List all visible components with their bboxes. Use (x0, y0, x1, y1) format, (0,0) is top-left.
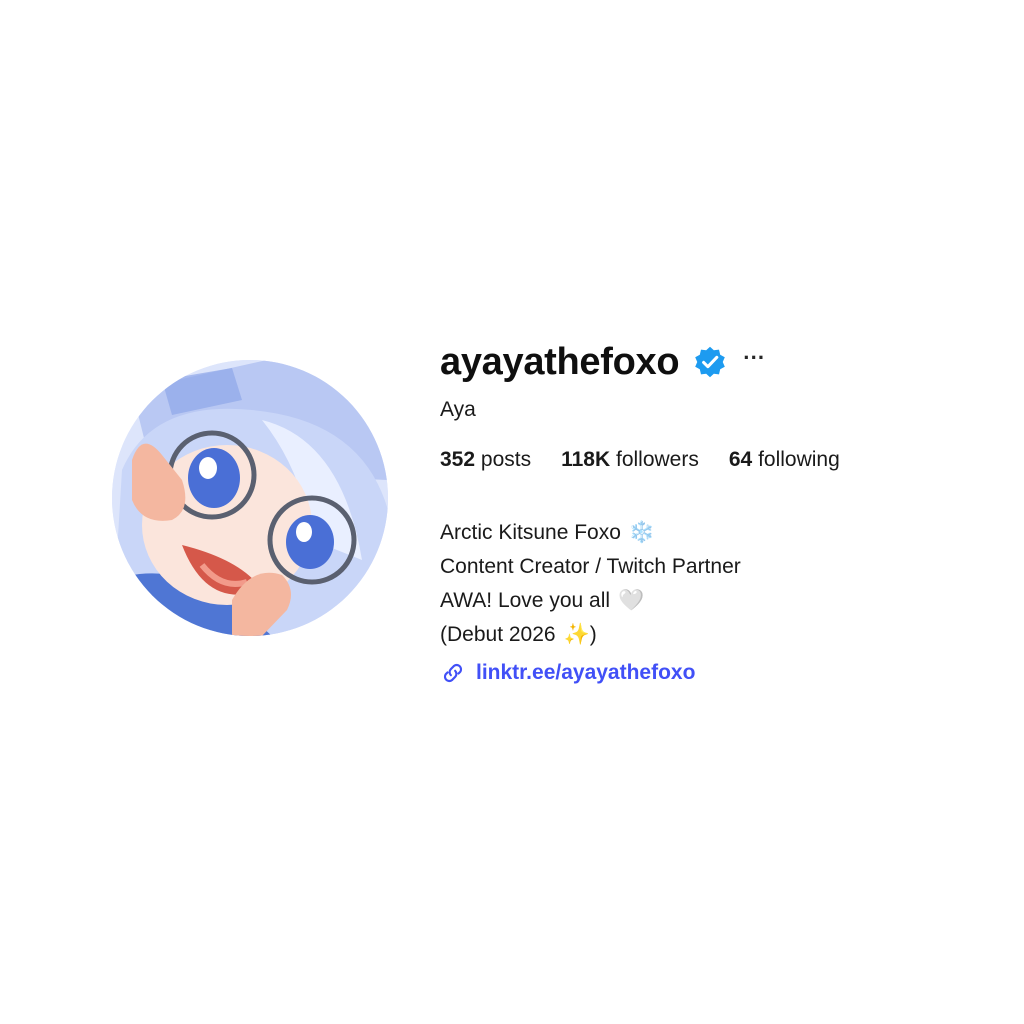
display-name: Aya (440, 398, 476, 421)
posts-stat[interactable]: 352 posts (440, 448, 531, 472)
profile-link[interactable]: linktr.ee/ayayathefoxo (440, 660, 1000, 686)
sparkles-emoji: ✨ (563, 623, 590, 646)
link-icon (440, 660, 466, 686)
snowflake-emoji: ❄️ (628, 521, 656, 544)
username: ayayathefoxo (440, 340, 680, 383)
profile-header: ayayathefoxo ··· Aya 352 posts 118K foll… (0, 0, 1024, 1024)
more-options-icon[interactable]: ··· (743, 347, 765, 377)
bio-line-4: (Debut 2026 ✨) (440, 618, 1000, 652)
profile-stats: 352 posts 118K followers 64 following (440, 448, 1000, 472)
bio-line-4-suffix: ) (589, 623, 597, 646)
following-count: 64 (728, 448, 753, 471)
followers-count: 118K (561, 448, 611, 471)
bio-line-3: AWA! Love you all 🤍 (440, 584, 1000, 618)
bio-line-1: Arctic Kitsune Foxo ❄️ (440, 516, 1000, 550)
profile-info: ayayathefoxo ··· Aya 352 posts 118K foll… (440, 336, 1000, 686)
bio-line-1-text: Arctic Kitsune Foxo (440, 521, 621, 544)
bio-line-4-prefix: (Debut 2026 (440, 623, 556, 646)
posts-count: 352 (440, 448, 476, 471)
avatar[interactable] (112, 360, 388, 636)
bio: Arctic Kitsune Foxo ❄️ Content Creator / … (440, 516, 1000, 652)
bio-line-3-text: AWA! Love you all (440, 589, 611, 612)
username-row: ayayathefoxo ··· (440, 336, 1000, 388)
posts-label: posts (480, 448, 532, 471)
following-label: following (758, 448, 840, 471)
following-stat[interactable]: 64 following (729, 448, 840, 472)
bio-line-2: Content Creator / Twitch Partner (440, 555, 741, 578)
avatar-image (112, 360, 388, 636)
profile-link-text[interactable]: linktr.ee/ayayathefoxo (476, 661, 695, 685)
followers-label: followers (615, 448, 699, 471)
verified-badge-icon (693, 345, 727, 379)
followers-stat[interactable]: 118K followers (561, 448, 699, 472)
heart-emoji: 🤍 (618, 589, 645, 612)
